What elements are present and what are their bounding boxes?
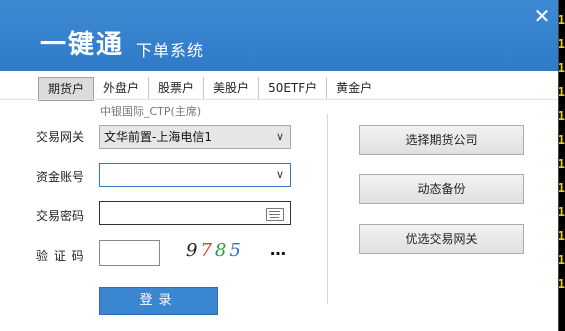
tab-50etf[interactable]: 50ETF户: [259, 77, 328, 99]
more-options-button[interactable]: …: [270, 240, 287, 259]
background-digit: 1: [557, 133, 565, 147]
captcha-digit: 5: [229, 240, 244, 261]
gateway-select[interactable]: 文华前置-上海电信1 ∨: [99, 125, 291, 149]
captcha-digit: 9: [186, 240, 201, 261]
background-digit: 1: [557, 181, 565, 195]
dynamic-backup-button[interactable]: 动态备份: [359, 174, 524, 204]
captcha-digit: 7: [200, 240, 215, 261]
captcha-image[interactable]: 9785: [186, 240, 244, 261]
tab-us-stock[interactable]: 美股户: [204, 77, 260, 99]
preferred-gateway-button[interactable]: 优选交易网关: [359, 224, 524, 254]
tab-foreign[interactable]: 外盘户: [94, 77, 150, 99]
server-name: 中银国际_CTP(主席): [100, 105, 202, 118]
keyboard-icon[interactable]: [266, 208, 284, 221]
background-digit: 1: [557, 13, 565, 27]
chevron-down-icon[interactable]: ∨: [276, 164, 284, 186]
background-digit: 1: [557, 37, 565, 51]
vertical-divider: [327, 114, 328, 304]
close-icon[interactable]: ✕: [530, 4, 554, 28]
captcha-input[interactable]: [99, 240, 160, 266]
background-digit: 1: [557, 205, 565, 219]
app-subtitle: 下单系统: [136, 41, 205, 60]
background-digit: 1: [557, 253, 565, 267]
background-digit: 1: [557, 61, 565, 75]
choose-company-button[interactable]: 选择期货公司: [359, 125, 524, 155]
gateway-value: 文华前置-上海电信1: [104, 130, 212, 144]
account-label: 资金账号: [36, 170, 85, 184]
chevron-down-icon[interactable]: ∨: [276, 126, 284, 148]
app-logo: 一键通: [40, 30, 125, 60]
background-digit: 1: [557, 85, 565, 99]
captcha-label: 验 证 码: [36, 249, 85, 263]
tab-futures[interactable]: 期货户: [38, 77, 95, 101]
tab-stock[interactable]: 股票户: [149, 77, 205, 99]
tab-divider: [0, 99, 558, 100]
title-bar[interactable]: 一键通 下单系统 ✕: [0, 0, 558, 71]
captcha-digit: 8: [214, 240, 230, 261]
login-button[interactable]: 登录: [99, 287, 218, 315]
login-dialog: 一键通 下单系统 ✕ 期货户 外盘户 股票户 美股户 50ETF户 黄金户 中银…: [0, 0, 558, 331]
gateway-label: 交易网关: [36, 130, 85, 144]
tab-gold[interactable]: 黄金户: [327, 77, 381, 99]
account-type-tabs: 期货户 外盘户 股票户 美股户 50ETF户 黄金户: [38, 77, 381, 101]
background-digit: 1: [557, 157, 565, 171]
background-digit: 1: [557, 109, 565, 123]
password-label: 交易密码: [36, 209, 85, 223]
background-digit: 1: [557, 277, 565, 291]
background-digit: 1: [557, 229, 565, 243]
account-input[interactable]: ∨: [99, 163, 291, 187]
password-input[interactable]: [99, 201, 291, 225]
